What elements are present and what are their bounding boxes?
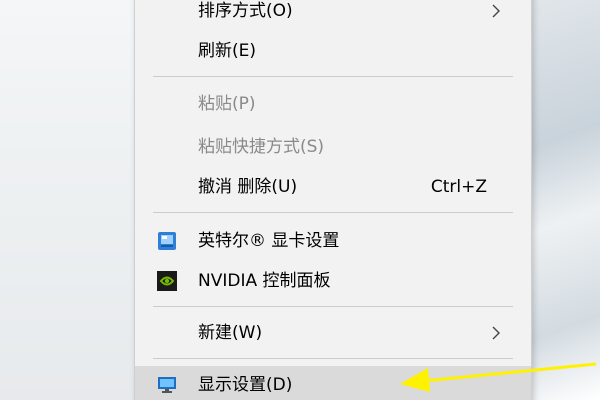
menu-item-label: 粘贴快捷方式(S) bbox=[198, 137, 325, 157]
menu-separator bbox=[153, 76, 513, 77]
menu-item-label: 新建(W) bbox=[198, 323, 263, 343]
menu-item-paste[interactable]: 粘贴(P) bbox=[135, 85, 531, 123]
menu-item-label: 英特尔® 显卡设置 bbox=[198, 231, 340, 251]
yellow-arrow-icon bbox=[400, 362, 597, 392]
menu-separator bbox=[153, 306, 513, 307]
menu-item-intel-graphics[interactable]: 英特尔® 显卡设置 bbox=[135, 222, 531, 260]
menu-item-nvidia-panel[interactable]: NVIDIA 控制面板 bbox=[135, 262, 531, 300]
desktop-background-left bbox=[0, 0, 134, 400]
menu-item-paste-shortcut[interactable]: 粘贴快捷方式(S) bbox=[135, 128, 531, 166]
monitor-icon bbox=[158, 377, 176, 393]
intel-graphics-icon bbox=[158, 232, 176, 250]
menu-item-sort-by[interactable]: 排序方式(O) bbox=[135, 0, 531, 30]
menu-item-refresh[interactable]: 刷新(E) bbox=[135, 32, 531, 70]
chevron-right-icon bbox=[492, 326, 500, 340]
menu-item-label: NVIDIA 控制面板 bbox=[198, 271, 331, 291]
nvidia-icon bbox=[157, 271, 177, 291]
menu-item-label: 刷新(E) bbox=[198, 41, 257, 61]
chevron-right-icon bbox=[492, 4, 500, 18]
menu-item-label: 撤消 删除(U) bbox=[198, 177, 298, 197]
menu-separator bbox=[153, 212, 513, 213]
menu-item-label: 显示设置(D) bbox=[198, 375, 293, 395]
menu-item-undo-delete[interactable]: 撤消 删除(U) Ctrl+Z bbox=[135, 168, 531, 206]
menu-item-label: 粘贴(P) bbox=[198, 94, 256, 114]
menu-item-label: 排序方式(O) bbox=[198, 1, 293, 21]
menu-item-shortcut: Ctrl+Z bbox=[430, 177, 487, 197]
